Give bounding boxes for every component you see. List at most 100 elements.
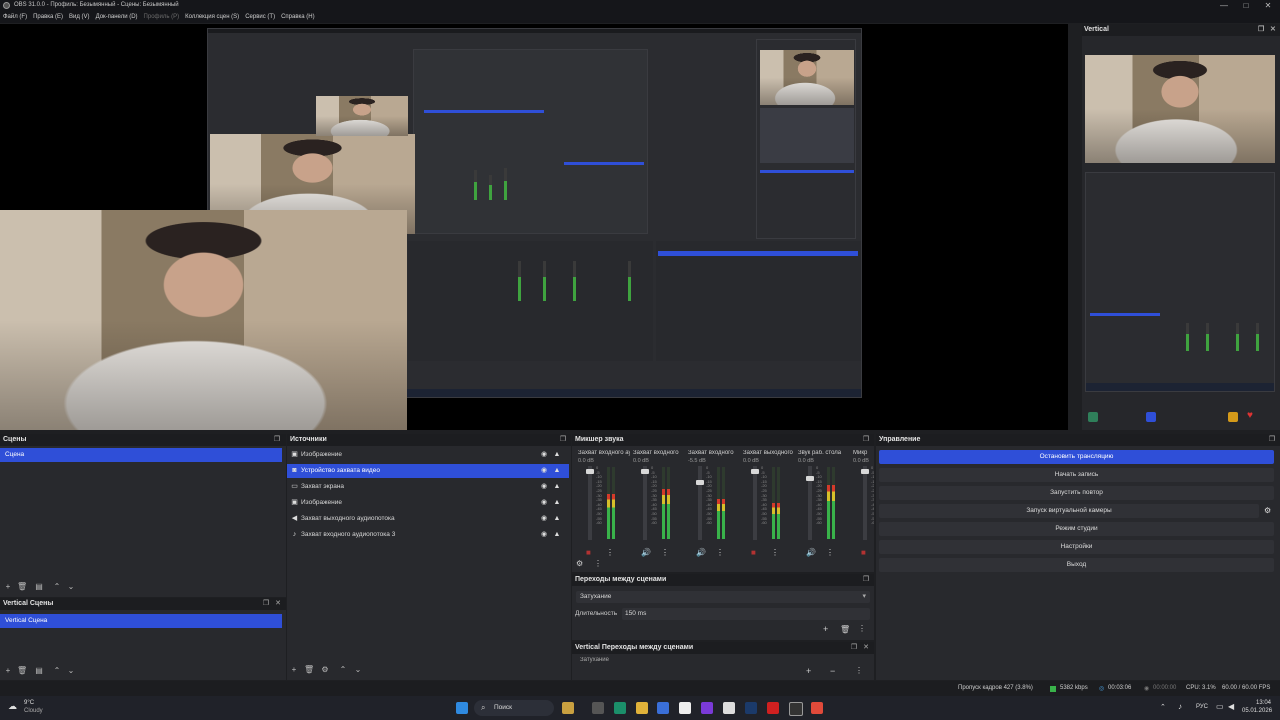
- lock-icon[interactable]: ▲: [553, 512, 561, 526]
- menu-docks[interactable]: Док-панели (D): [93, 11, 141, 23]
- mixer-settings-icon[interactable]: ⚙: [576, 559, 583, 568]
- menu-help[interactable]: Справка (H): [278, 11, 318, 23]
- language-indicator[interactable]: РУС: [1196, 704, 1208, 710]
- eye-icon[interactable]: ◉: [540, 464, 548, 478]
- close-icon[interactable]: ✕: [862, 644, 870, 652]
- toolbar-icon[interactable]: [1146, 412, 1156, 422]
- speaker-icon[interactable]: 🔊: [806, 548, 816, 557]
- virtual-camera-gear-icon[interactable]: ⚙: [1264, 506, 1271, 515]
- trash-icon[interactable]: 🗑: [17, 666, 27, 676]
- menu-dots-icon[interactable]: ⋮: [858, 624, 866, 633]
- add-icon[interactable]: +: [823, 624, 828, 634]
- app-icon[interactable]: [562, 702, 574, 714]
- volume-fader[interactable]: [641, 466, 649, 540]
- main-preview[interactable]: [0, 24, 1068, 430]
- fader-knob[interactable]: [751, 469, 759, 474]
- notepad-icon[interactable]: [723, 702, 735, 714]
- trash-icon[interactable]: 🗑: [17, 582, 27, 592]
- start-virtual-camera-button[interactable]: Запуск виртуальной камеры: [879, 504, 1259, 518]
- stop-streaming-button[interactable]: Остановить трансляцию: [879, 450, 1274, 464]
- muted-speaker-icon[interactable]: ■: [586, 548, 591, 557]
- explorer-icon[interactable]: [636, 702, 648, 714]
- chevron-up-icon[interactable]: ⌃: [52, 582, 62, 592]
- scene-item[interactable]: Сцена: [0, 448, 282, 462]
- app-icon[interactable]: [679, 702, 691, 714]
- gear-icon[interactable]: ⚙: [320, 665, 330, 675]
- source-item[interactable]: ▭ Захват экрана ◉ ▲: [287, 480, 569, 494]
- fader-knob[interactable]: [861, 469, 869, 474]
- eye-icon[interactable]: ◉: [540, 480, 548, 494]
- close-icon[interactable]: ✕: [274, 600, 282, 608]
- clock-date[interactable]: 05.01.2026: [1242, 708, 1272, 714]
- trash-icon[interactable]: 🗑: [840, 625, 850, 634]
- menu-scene-collection[interactable]: Коллекция сцен (S): [182, 11, 242, 23]
- minimize-button[interactable]: —: [1212, 0, 1236, 11]
- undock-icon[interactable]: ❐: [559, 436, 567, 444]
- transition-select[interactable]: Затухание ▾: [576, 591, 870, 603]
- taskbar-search[interactable]: ⌕ Поиск: [474, 700, 554, 716]
- source-item[interactable]: ▣ Изображение ◉ ▲: [287, 448, 569, 462]
- lock-icon[interactable]: ▲: [553, 528, 561, 542]
- undock-icon[interactable]: ❐: [862, 436, 870, 444]
- undock-icon[interactable]: ❐: [262, 600, 270, 608]
- undock-icon[interactable]: ❐: [273, 436, 281, 444]
- edge-icon[interactable]: [614, 702, 626, 714]
- lock-icon[interactable]: ▲: [553, 496, 561, 510]
- chevron-up-icon[interactable]: ⌃: [52, 666, 62, 676]
- menu-dots-icon[interactable]: ⋮: [855, 666, 863, 675]
- channel-menu-icon[interactable]: ⋮: [771, 548, 779, 557]
- eye-icon[interactable]: ◉: [540, 528, 548, 542]
- muted-speaker-icon[interactable]: ■: [861, 548, 866, 557]
- add-icon[interactable]: +: [3, 666, 13, 676]
- undock-icon[interactable]: ❐: [862, 576, 870, 584]
- chevron-down-icon[interactable]: ⌄: [353, 665, 363, 675]
- lock-icon[interactable]: ▲: [553, 480, 561, 494]
- filter-icon[interactable]: ▤: [34, 666, 44, 676]
- start-recording-button[interactable]: Начать запись: [879, 468, 1274, 482]
- add-icon[interactable]: +: [3, 582, 13, 592]
- exit-button[interactable]: Выход: [879, 558, 1274, 572]
- speaker-icon[interactable]: 🔊: [641, 548, 651, 557]
- obs-icon[interactable]: [789, 702, 803, 716]
- source-item[interactable]: ▣ Изображение ◉ ▲: [287, 496, 569, 510]
- eye-icon[interactable]: ◉: [540, 448, 548, 462]
- start-replay-button[interactable]: Запустить повтор: [879, 486, 1274, 500]
- channel-menu-icon[interactable]: ⋮: [661, 548, 669, 557]
- fader-knob[interactable]: [696, 480, 704, 485]
- chevron-down-icon[interactable]: ⌄: [66, 582, 76, 592]
- opera-icon[interactable]: [767, 702, 779, 714]
- minus-icon[interactable]: −: [830, 666, 835, 676]
- mic-icon[interactable]: ♪: [1178, 702, 1182, 711]
- undock-icon[interactable]: ❐: [850, 644, 858, 652]
- add-icon[interactable]: +: [289, 665, 299, 675]
- app-icon[interactable]: [701, 702, 713, 714]
- settings-button[interactable]: Настройки: [879, 540, 1274, 554]
- undock-icon[interactable]: ❐: [1268, 436, 1276, 444]
- source-item[interactable]: ◙ Устройство захвата видео ◉ ▲: [287, 464, 569, 478]
- fader-knob[interactable]: [806, 476, 814, 481]
- lock-icon[interactable]: ▲: [553, 448, 561, 462]
- channel-menu-icon[interactable]: ⋮: [826, 548, 834, 557]
- chevron-up-icon[interactable]: ⌃: [1160, 703, 1166, 711]
- speaker-icon[interactable]: 🔊: [696, 548, 706, 557]
- filter-icon[interactable]: ▤: [34, 582, 44, 592]
- undock-icon[interactable]: ❐: [1258, 25, 1264, 33]
- fader-knob[interactable]: [641, 469, 649, 474]
- vertical-transition-select[interactable]: Затухание: [576, 657, 870, 665]
- chevron-down-icon[interactable]: ⌄: [66, 666, 76, 676]
- close-button[interactable]: ✕: [1256, 0, 1280, 11]
- source-item[interactable]: ♪ Захват входного аудиопотока 3 ◉ ▲: [287, 528, 569, 542]
- vertical-scene-item[interactable]: Vertical Сцена: [0, 614, 282, 628]
- trash-icon[interactable]: 🗑: [304, 665, 314, 675]
- volume-icon[interactable]: ◀: [1228, 702, 1234, 711]
- duration-field[interactable]: 150 ms: [622, 608, 870, 620]
- maximize-button[interactable]: □: [1234, 0, 1258, 11]
- mixer-menu-icon[interactable]: ⋮: [594, 559, 602, 568]
- muted-speaker-icon[interactable]: ■: [751, 548, 756, 557]
- eye-icon[interactable]: ◉: [540, 496, 548, 510]
- menu-profile[interactable]: Профиль (P): [141, 11, 183, 23]
- menu-file[interactable]: Файл (F): [0, 11, 30, 23]
- menu-edit[interactable]: Правка (E): [30, 11, 66, 23]
- volume-fader[interactable]: [751, 466, 759, 540]
- heart-icon[interactable]: ♥: [1247, 410, 1253, 421]
